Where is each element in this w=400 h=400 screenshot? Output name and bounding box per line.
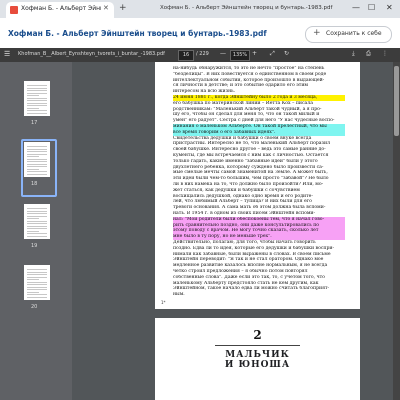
plus-icon[interactable]: + — [119, 3, 127, 13]
thumbnail-sidebar: 17 18 19 20 — [0, 62, 72, 400]
thumbnail-text-line — [27, 215, 47, 217]
thumbnail-text-line — [27, 223, 47, 224]
thumbnail-text-line — [27, 276, 47, 278]
download-icon[interactable]: ⤓ — [352, 50, 355, 58]
close-window-button[interactable]: ✕ — [386, 3, 393, 12]
pdf-file-icon — [10, 6, 18, 14]
thumbnail-text-line — [27, 107, 39, 109]
thumbnail-text-line — [27, 153, 47, 155]
chapter-title: И ЮНОША — [224, 360, 291, 370]
pdf-page: на-нибудь обнаружится, то это не нечто "… — [155, 62, 360, 309]
thumbnail-text-line — [27, 85, 47, 86]
thumbnail-text-line — [27, 218, 39, 219]
pdf-toolbar: ☰ Khofman_B__Albert_Eynshteyn_tvorets_i_… — [0, 48, 400, 62]
footnote-marker: 1* — [161, 300, 166, 305]
thumbnail-text-line — [27, 208, 47, 209]
thumbnail-text-line — [27, 166, 47, 167]
thumbnail-text-line — [27, 286, 47, 288]
thumbnail-text-line — [27, 294, 47, 295]
thumbnail-text-line — [27, 95, 39, 96]
file-name-label: Khofman_B__Albert_Eynshteyn_tvorets_i_bu… — [18, 51, 165, 57]
zoom-out-button[interactable]: — — [220, 50, 226, 57]
window-title: Хофман Б. - Альберт Эйнштейн творец и бу… — [160, 5, 333, 11]
save-button-label: Сохранить к себе — [326, 30, 382, 37]
menu-icon[interactable]: ☰ — [4, 50, 10, 58]
chapter-number: 2 — [253, 328, 262, 342]
page-thumbnail[interactable] — [24, 204, 50, 239]
maximize-button[interactable]: ☐ — [368, 3, 375, 12]
document-header: Хофман Б. - Альберт Эйнштейн творец и бу… — [0, 18, 400, 49]
save-to-disk-button[interactable]: + Сохранить к себе — [305, 26, 392, 43]
thumbnail-text-line — [27, 146, 47, 147]
thumbnail-text-line — [27, 269, 47, 270]
thumbnail-text-line — [27, 213, 47, 214]
rotate-icon[interactable]: ↻ — [284, 50, 289, 57]
thumbnail-text-line — [27, 90, 47, 91]
thumbnail-text-line — [27, 161, 47, 162]
thumbnail-text-line — [27, 235, 47, 237]
thumbnail-text-line — [27, 168, 39, 170]
thumbnail-text-line — [27, 102, 47, 104]
thumbnail-text-line — [27, 110, 47, 111]
document-title: Хофман Б. - Альберт Эйнштейн творец и бу… — [8, 29, 267, 38]
thumbnail-text-line — [27, 274, 47, 275]
plus-icon: + — [313, 28, 321, 38]
zoom-in-button[interactable]: + — [252, 50, 257, 57]
thumbnail-text-line — [27, 148, 47, 150]
thumbnail-text-line — [27, 156, 39, 157]
chapter-divider — [215, 345, 300, 346]
browser-tab[interactable]: Хофман Б. - Альберт Эйнштейн творец и бу… — [6, 2, 114, 18]
thumbnail-page-number: 20 — [31, 304, 38, 310]
more-options-icon[interactable]: ⋮ — [382, 50, 388, 57]
thumbnail-text-line — [27, 171, 47, 172]
thumbnail-text-line — [27, 233, 47, 234]
pdf-page: 2 МАЛЬЧИК И ЮНОША — [155, 318, 360, 400]
print-icon[interactable]: ⎙ — [366, 50, 371, 58]
thumbnail-text-line — [27, 163, 47, 165]
thumbnail-text-line — [27, 296, 47, 298]
close-icon[interactable]: ✕ — [103, 4, 109, 12]
thumbnail-page-number: 19 — [31, 243, 38, 249]
scrollbar-thumb[interactable] — [394, 66, 399, 136]
thumbnail-page-number: 18 — [31, 181, 38, 187]
thumbnail-page-number: 17 — [31, 120, 38, 126]
thumbnail-text-line — [27, 100, 47, 101]
thumbnail-text-line — [27, 279, 39, 280]
thumbnail-text-line — [27, 281, 47, 283]
thumbnail-text-line — [27, 173, 47, 175]
thumbnail-text-line — [27, 92, 47, 94]
thumbnail-text-line — [27, 105, 47, 106]
thumbnail-text-line — [27, 210, 47, 212]
thumbnail-text-line — [27, 112, 47, 114]
thumbnail-text-line — [27, 291, 39, 293]
thumbnail-text-line — [27, 220, 47, 222]
chapter-title: МАЛЬЧИК — [225, 350, 290, 360]
thumbnail-text-line — [27, 271, 47, 273]
zoom-input[interactable]: 135% — [230, 50, 250, 61]
thumbnail-text-line — [27, 228, 47, 229]
page-text-line: ным. — [173, 292, 185, 298]
thumbnail-text-line — [27, 230, 39, 232]
page-total-label: / 229 — [196, 51, 209, 57]
page-number-input[interactable]: 16 — [178, 50, 194, 61]
tab-title: Хофман Б. - Альберт Эйнштейн творец и бу… — [21, 5, 101, 12]
minimize-button[interactable]: — — [352, 3, 360, 12]
fit-page-icon[interactable]: ⤢ — [270, 50, 275, 58]
thumbnail-text-line — [27, 151, 47, 152]
thumbnail-text-line — [27, 97, 47, 99]
page-thumbnail[interactable] — [24, 265, 50, 300]
page-thumbnail[interactable] — [24, 142, 50, 177]
thumbnail-text-line — [27, 284, 47, 285]
page-thumbnail[interactable] — [24, 81, 50, 116]
thumbnail-text-line — [27, 158, 47, 160]
thumbnail-text-line — [27, 87, 47, 89]
thumbnail-text-line — [27, 225, 47, 227]
thumbnail-text-line — [27, 289, 47, 290]
